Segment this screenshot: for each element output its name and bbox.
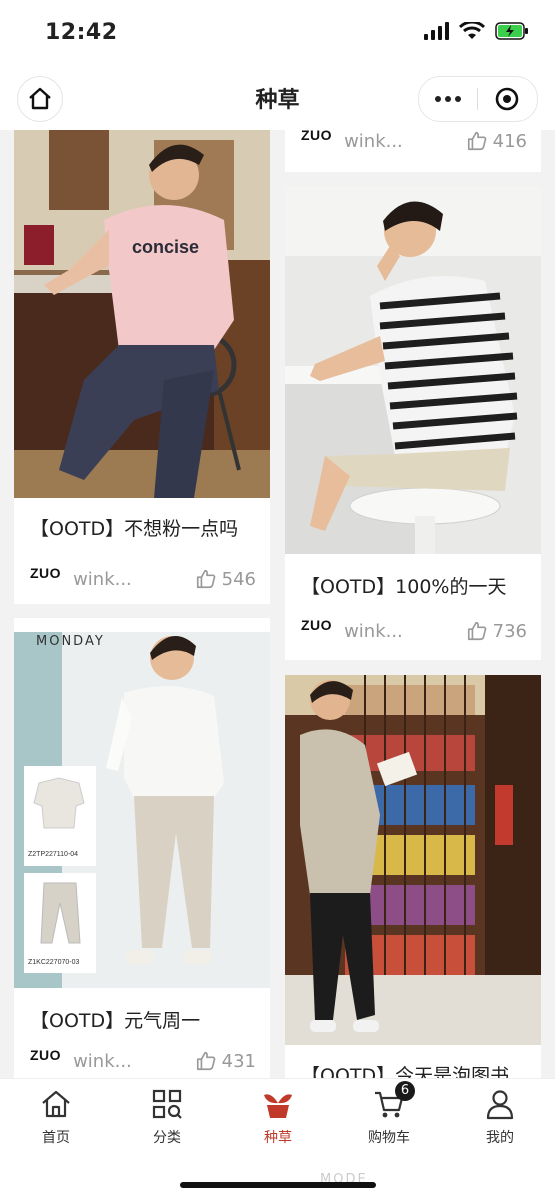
- post-title: 【OOTD】今天是泡图书: [301, 1065, 510, 1078]
- brand-logo: ZUO: [30, 1047, 62, 1063]
- tab-category[interactable]: 分类: [127, 1087, 207, 1147]
- thumbs-up-icon: [196, 569, 216, 589]
- more-button[interactable]: [419, 96, 477, 102]
- battery-icon: [495, 22, 528, 40]
- tab-label: 我的: [486, 1130, 514, 1146]
- like-count: 416: [492, 130, 527, 152]
- like-count: 546: [221, 568, 256, 590]
- user-icon: [486, 1090, 514, 1120]
- post-card[interactable]: 【OOTD】100%的一天 ZUO wink... 736: [285, 186, 541, 660]
- brand-logo: ZUO: [301, 130, 333, 143]
- like-button[interactable]: 736: [466, 620, 527, 642]
- post-image: [285, 186, 541, 554]
- target-close-icon: [495, 87, 519, 111]
- author-name[interactable]: wink...: [73, 1051, 195, 1072]
- post-title: 【OOTD】100%的一天: [301, 576, 507, 598]
- post-meta: ZUO wink... 431: [30, 1046, 256, 1076]
- post-card[interactable]: 【OOTD】今天是泡图书: [285, 675, 541, 1078]
- author-name[interactable]: wink...: [73, 569, 195, 590]
- post-title: 【OOTD】元气周一: [30, 1010, 201, 1032]
- post-title: 【OOTD】不想粉一点吗: [30, 518, 239, 540]
- tab-label: 购物车: [368, 1130, 410, 1146]
- post-meta: ZUO wink... 736: [301, 616, 527, 646]
- post-image: Z2TP227110-04 Z1KC227070-03 MONDAY: [14, 618, 270, 988]
- monday-label: MONDAY: [36, 634, 105, 649]
- post-card[interactable]: Z2TP227110-04 Z1KC227070-03 MONDAY 【OOTD…: [14, 618, 270, 1078]
- like-button[interactable]: 416: [466, 130, 527, 152]
- author-name[interactable]: wink...: [344, 621, 466, 642]
- post-card[interactable]: concise 【OOTD】不想粉一点吗 ZUO wink... 546: [14, 130, 270, 604]
- thumbs-up-icon: [196, 1051, 216, 1071]
- like-button[interactable]: 546: [195, 568, 256, 590]
- post-meta: ZUO wink... 546: [30, 564, 256, 594]
- mini-program-capsule: [418, 76, 538, 122]
- tab-label: 种草: [264, 1130, 292, 1146]
- tab-label: 分类: [153, 1130, 181, 1146]
- tab-label: 首页: [42, 1130, 70, 1146]
- home-indicator: [180, 1182, 376, 1188]
- like-count: 431: [221, 1050, 256, 1072]
- post-card[interactable]: ZUO wink... 416: [285, 130, 541, 172]
- post-image: [285, 675, 541, 1045]
- tab-cart[interactable]: 6 购物车: [349, 1081, 429, 1147]
- sku-label: Z1KC227070-03: [28, 959, 79, 966]
- post-image: concise: [14, 130, 270, 498]
- sprout-icon: [264, 1094, 292, 1118]
- close-button[interactable]: [478, 86, 536, 112]
- tab-home[interactable]: 首页: [16, 1087, 96, 1147]
- status-icons: [423, 22, 529, 40]
- post-meta: ZUO wink... 416: [301, 130, 527, 156]
- brand-logo: ZUO: [301, 617, 333, 633]
- wifi-icon: [459, 22, 485, 39]
- status-bar: 12:42: [0, 0, 555, 66]
- category-icon: [152, 1089, 182, 1119]
- post-feed: concise 【OOTD】不想粉一点吗 ZUO wink... 546 Z2T…: [0, 130, 555, 1078]
- status-time: 12:42: [45, 20, 118, 45]
- author-name[interactable]: wink...: [344, 131, 466, 152]
- like-count: 736: [492, 620, 527, 642]
- tab-profile[interactable]: 我的: [460, 1087, 540, 1147]
- thumbs-up-icon: [467, 131, 487, 151]
- cart-badge: 6: [395, 1081, 415, 1101]
- like-button[interactable]: 431: [195, 1050, 256, 1072]
- thumbs-up-icon: [467, 621, 487, 641]
- home-icon: [42, 1090, 70, 1118]
- sku-label: Z2TP227110-04: [28, 851, 78, 858]
- nav-bar: 种草: [0, 66, 555, 130]
- tab-sprout[interactable]: 种草: [238, 1087, 318, 1147]
- brand-logo: ZUO: [30, 565, 62, 581]
- signal-icon: [424, 22, 449, 40]
- shirt-text: concise: [132, 237, 199, 257]
